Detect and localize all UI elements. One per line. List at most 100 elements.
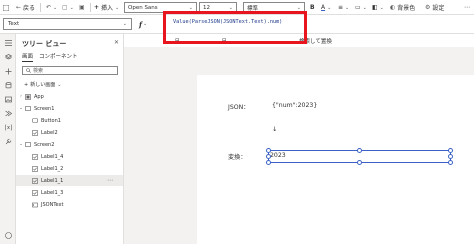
- json-value-label[interactable]: {"num":2023}: [272, 102, 317, 109]
- plus-icon: +: [24, 81, 29, 88]
- tree-view-title: ツリー ビュー: [22, 40, 67, 48]
- font-color-icon: A: [321, 4, 326, 11]
- left-rail: [0, 34, 16, 244]
- hamburger-icon[interactable]: [3, 38, 13, 48]
- tab-screens[interactable]: 画面: [22, 52, 34, 62]
- format-button[interactable]: ▣: [79, 2, 85, 13]
- new-screen-label: 新しい画面: [30, 82, 56, 88]
- fill-icon: ◧: [372, 4, 378, 11]
- divider: [90, 3, 91, 12]
- property-select[interactable]: Text ⌄: [3, 18, 132, 30]
- app-menu-icon[interactable]: [3, 2, 9, 13]
- background-color-button[interactable]: ◐ 背景色: [390, 2, 415, 13]
- formula-input[interactable]: Value(ParseJSON(JSONText.Text).num): [173, 19, 282, 25]
- function-button[interactable]: f ⌄: [139, 18, 147, 30]
- data-icon[interactable]: [3, 80, 13, 90]
- insert-icon[interactable]: [3, 66, 13, 76]
- power-automate-icon[interactable]: [3, 108, 13, 118]
- resize-handle[interactable]: [266, 154, 271, 159]
- palette-icon: ◐: [390, 4, 396, 11]
- tree-node-label: JSONText: [41, 201, 64, 208]
- font-color-button[interactable]: A ⌄: [321, 2, 331, 13]
- chevron-down-icon: ⌄: [379, 4, 384, 11]
- text-input-icon: [31, 201, 38, 208]
- tree-node-label: Label1_1: [41, 177, 64, 184]
- undo-button[interactable]: ↶ ⌄: [46, 2, 57, 13]
- tree-node-label: Label2: [41, 129, 58, 136]
- chevron-down-icon: ⌄: [69, 4, 74, 11]
- search-placeholder: 検索: [33, 68, 44, 74]
- fx-icon: f: [139, 19, 143, 29]
- tree-node-label: Screen2: [34, 141, 55, 148]
- bold-button[interactable]: B: [310, 2, 315, 13]
- chevron-down-icon: ⌄: [327, 4, 332, 11]
- close-icon[interactable]: ✕: [114, 39, 119, 46]
- formula-highlight-box: [163, 11, 307, 44]
- label-icon: [31, 189, 38, 196]
- align-icon: ≡: [338, 4, 344, 11]
- chevron-down-icon: ⌄: [345, 4, 350, 11]
- tree-node-screen2[interactable]: ⌄ Screen2: [16, 139, 123, 150]
- selected-label-frame[interactable]: [266, 148, 453, 165]
- resize-handle[interactable]: [357, 148, 362, 153]
- tree-node-button1[interactable]: Button1: [16, 115, 123, 126]
- redo-button[interactable]: ▢ ⌄: [62, 2, 74, 13]
- json-label: JSON：: [228, 104, 250, 111]
- tree-node-label: Label1_2: [41, 165, 64, 172]
- chevron-down-icon: ⌄: [122, 21, 127, 27]
- tab-components[interactable]: コンポーネント: [39, 52, 78, 62]
- help-icon[interactable]: [3, 230, 13, 240]
- tree-node-label1-2[interactable]: Label1_2: [16, 163, 123, 174]
- fill-button[interactable]: ◧ ⌄: [372, 2, 384, 13]
- resize-handle[interactable]: [448, 148, 453, 153]
- tree-node-label1-3[interactable]: Label1_3: [16, 187, 123, 198]
- bold-icon: B: [310, 4, 315, 11]
- settings-label: 設定: [432, 5, 445, 12]
- new-screen-button[interactable]: + 新しい画面 ⌄: [24, 81, 62, 89]
- back-arrow-icon: ←: [16, 4, 22, 11]
- resize-handle[interactable]: [266, 148, 271, 153]
- border-button[interactable]: ▭ ⌄: [355, 2, 367, 13]
- chevron-down-icon: ⌄: [57, 81, 62, 88]
- tree-node-screen1[interactable]: ⌄ Screen1: [16, 103, 123, 114]
- insert-label: 挿入: [101, 5, 114, 12]
- resize-handle[interactable]: [448, 154, 453, 159]
- resize-handle[interactable]: [448, 160, 453, 165]
- back-label: 戻る: [23, 5, 36, 12]
- tree-node-label2[interactable]: Label2: [16, 127, 123, 138]
- arrow-down-icon: ↓: [272, 126, 278, 133]
- tree-node-label: Label1_4: [41, 153, 64, 160]
- variables-icon[interactable]: [3, 122, 13, 132]
- insert-button[interactable]: + 挿入 ⌄: [94, 2, 119, 13]
- ellipsis-icon: ⋯: [464, 4, 470, 11]
- resize-handle[interactable]: [357, 160, 362, 165]
- more-options-icon[interactable]: ⋯: [107, 177, 113, 184]
- media-icon[interactable]: [3, 94, 13, 104]
- more-button[interactable]: ⋯: [464, 2, 470, 13]
- search-icon: [26, 68, 31, 73]
- tree-node-jsontext[interactable]: JSONText: [16, 199, 123, 210]
- tree-view-icon[interactable]: [3, 52, 13, 62]
- tree-search-input[interactable]: 検索: [22, 66, 118, 75]
- convert-label: 変換：: [228, 154, 247, 161]
- clipboard-icon: ▢: [62, 4, 68, 11]
- border-icon: ▭: [355, 4, 361, 11]
- tree-tabs: 画面 コンポーネント: [22, 52, 78, 62]
- tree-node-label1-1[interactable]: Label1_1 ⋯: [16, 175, 123, 186]
- tree-node-app[interactable]: › App: [16, 91, 123, 102]
- divider: [40, 3, 41, 12]
- tools-icon[interactable]: [3, 136, 13, 146]
- label-icon: [31, 129, 38, 136]
- settings-button[interactable]: ⚙ 設定: [425, 2, 444, 13]
- chevron-down-icon: ⌄: [228, 4, 233, 11]
- tree-node-label1-4[interactable]: Label1_4: [16, 151, 123, 162]
- back-button[interactable]: ← 戻る: [16, 2, 35, 13]
- tree-node-label: Screen1: [34, 105, 55, 112]
- chevron-down-icon: ⌄: [362, 4, 367, 11]
- background-color-label: 背景色: [397, 5, 416, 12]
- resize-handle[interactable]: [266, 160, 271, 165]
- label-icon: [31, 177, 38, 184]
- align-button[interactable]: ≡ ⌄: [338, 2, 349, 13]
- chevron-down-icon: ⌄: [115, 4, 120, 11]
- tree-view-panel: ツリー ビュー ✕ 画面 コンポーネント 検索 + 新しい画面 ⌄ › App …: [16, 34, 124, 244]
